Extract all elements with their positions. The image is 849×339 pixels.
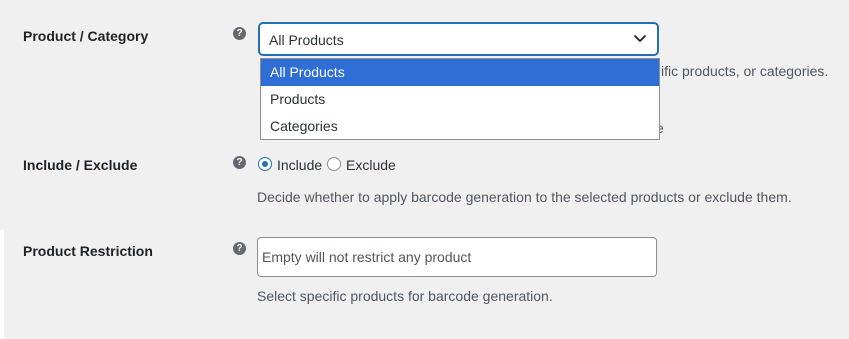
exclude-radio[interactable] [327, 157, 341, 171]
include-radio-label[interactable]: Include [277, 157, 322, 173]
product-category-dropdown: All Products Products Categories [260, 58, 660, 140]
option-all-products[interactable]: All Products [261, 59, 659, 86]
select-value: All Products [269, 32, 344, 48]
option-products[interactable]: Products [261, 86, 659, 113]
include-exclude-description: Decide whether to apply barcode generati… [257, 189, 792, 205]
help-icon[interactable]: ? [233, 156, 246, 169]
product-restriction-description: Select specific products for barcode gen… [257, 288, 553, 304]
product-category-description: ific products, or categories. [661, 63, 829, 79]
exclude-radio-label[interactable]: Exclude [346, 157, 396, 173]
panel-edge [0, 230, 4, 339]
product-restriction-label: Product Restriction [23, 243, 153, 259]
include-radio[interactable] [258, 157, 272, 171]
include-exclude-label: Include / Exclude [23, 157, 138, 173]
help-icon[interactable]: ? [233, 27, 246, 40]
product-category-select[interactable]: All Products [259, 23, 658, 55]
product-restriction-input[interactable] [257, 237, 657, 277]
option-categories[interactable]: Categories [261, 113, 659, 140]
help-icon[interactable]: ? [233, 242, 246, 255]
product-category-label: Product / Category [23, 28, 149, 44]
chevron-down-icon [634, 35, 646, 42]
